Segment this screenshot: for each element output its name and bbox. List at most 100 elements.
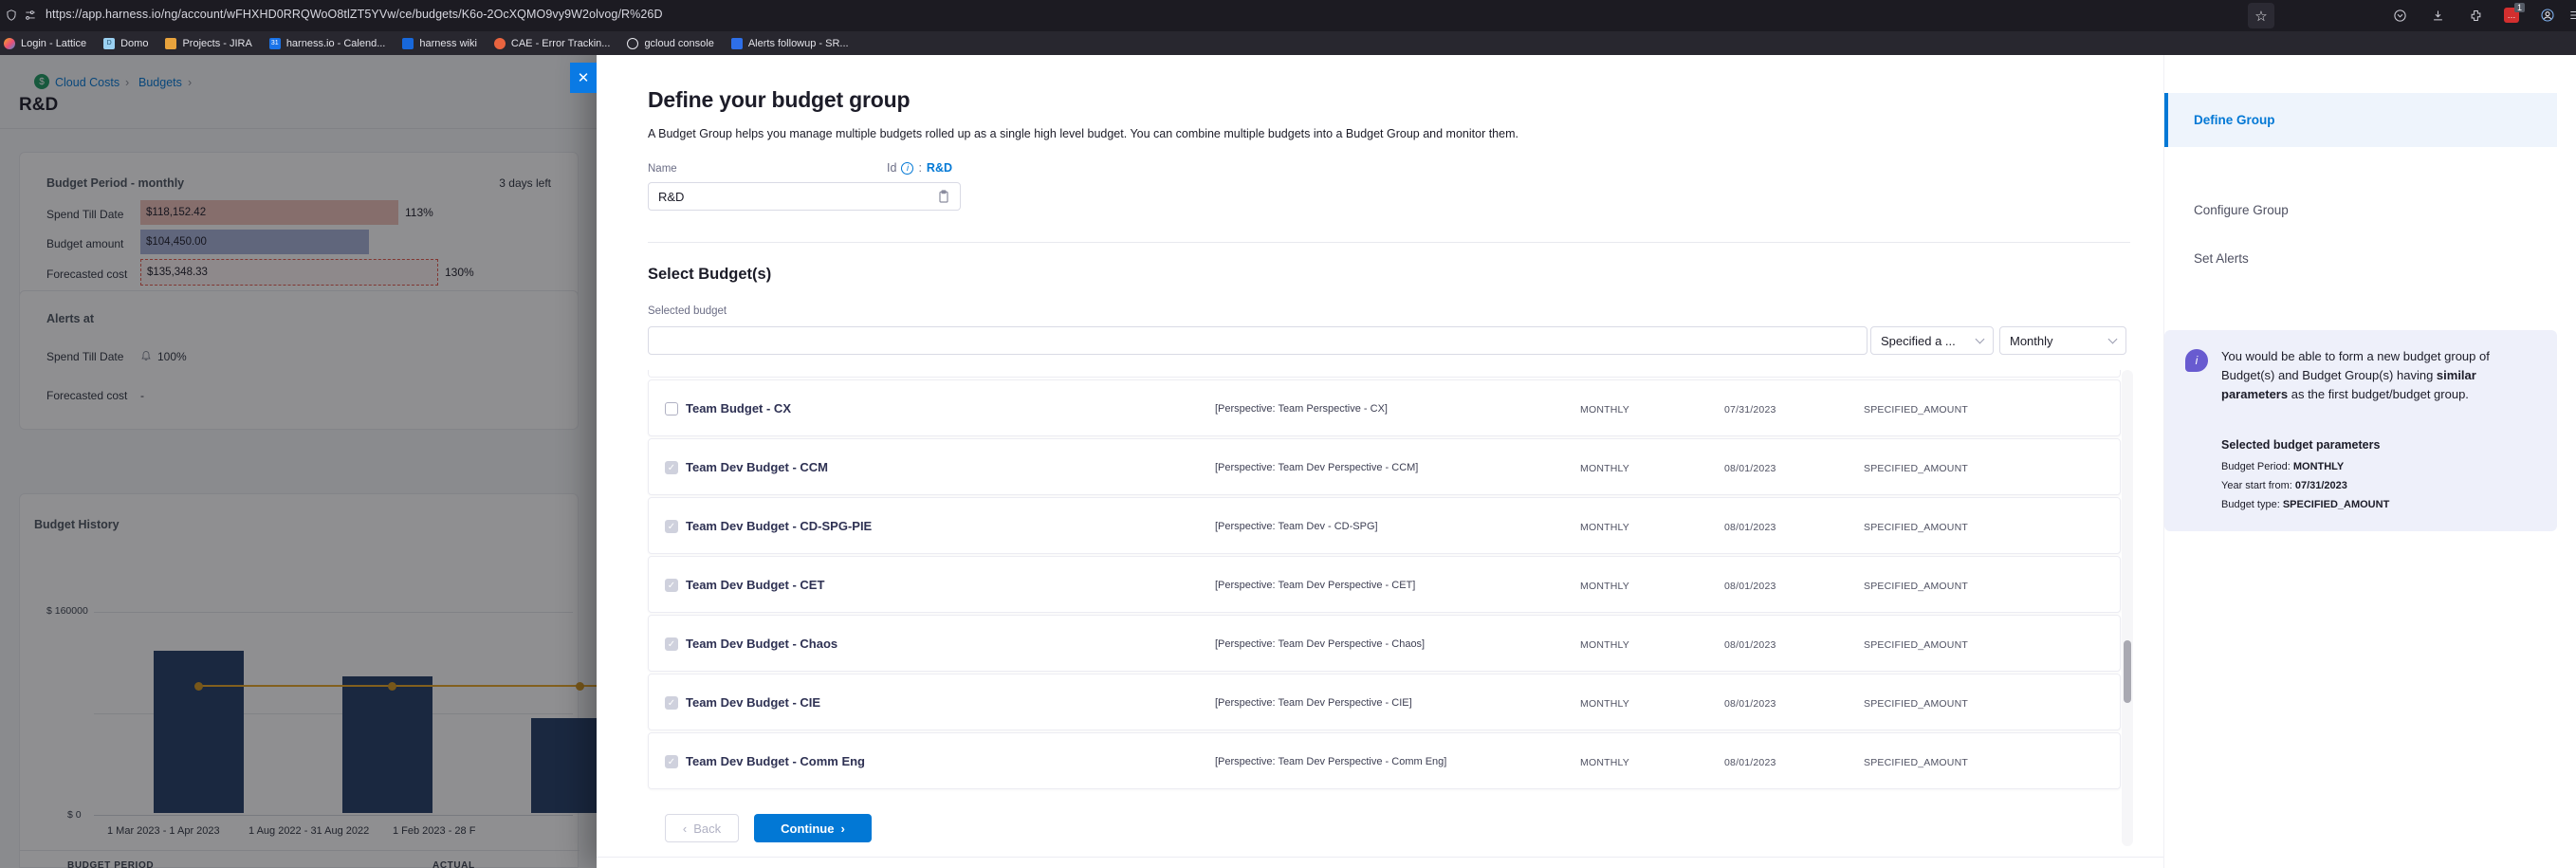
shield-icon[interactable] bbox=[2, 6, 21, 25]
budget-type: SPECIFIED_AMOUNT bbox=[1864, 522, 1968, 533]
budget-row[interactable]: ✓ Team Dev Budget - Chaos [Perspective: … bbox=[648, 615, 2121, 672]
bookmark-domo[interactable]: DDomo bbox=[103, 38, 148, 49]
step-set-alerts[interactable]: Set Alerts bbox=[2164, 244, 2557, 272]
modal-title: Define your budget group bbox=[648, 87, 910, 113]
wiki-favicon bbox=[402, 38, 414, 49]
row-checkbox: ✓ bbox=[665, 579, 678, 592]
budget-name: Team Budget - CX bbox=[686, 401, 791, 416]
budget-perspective: [Perspective: Team Dev - CD-SPG] bbox=[1215, 521, 1378, 532]
bookmark-harness-wiki[interactable]: harness wiki bbox=[402, 38, 477, 49]
budget-row[interactable]: ✓ Team Dev Budget - CIE [Perspective: Te… bbox=[648, 674, 2121, 730]
partial-row-above bbox=[648, 370, 2121, 378]
row-checkbox: ✓ bbox=[665, 637, 678, 651]
bookmark-harness-calendar[interactable]: 31harness.io - Calend... bbox=[269, 38, 386, 49]
row-checkbox: ✓ bbox=[665, 520, 678, 533]
back-button[interactable]: ‹ Back bbox=[665, 814, 739, 842]
browser-url-bar: https://app.harness.io/ng/account/wFHXHD… bbox=[0, 0, 2576, 31]
error-tracking-favicon bbox=[494, 38, 506, 49]
google-calendar-favicon: 31 bbox=[269, 38, 281, 49]
budget-start-date: 08/01/2023 bbox=[1724, 522, 1776, 533]
id-label: Id bbox=[887, 161, 896, 175]
selected-budget-label: Selected budget bbox=[648, 305, 727, 317]
bookmark-alerts-followup[interactable]: Alerts followup - SR... bbox=[731, 38, 849, 49]
alerts-favicon bbox=[731, 38, 743, 49]
bookmark-login-lattice[interactable]: Login - Lattice bbox=[4, 38, 86, 49]
budget-row[interactable]: ✓ Team Dev Budget - CET [Perspective: Te… bbox=[648, 556, 2121, 613]
bookmarks-bar: Login - Lattice DDomo Projects - JIRA 31… bbox=[0, 31, 2576, 55]
budget-period: MONTHLY bbox=[1580, 698, 1629, 710]
clipboard-icon[interactable] bbox=[936, 189, 951, 204]
id-colon: : bbox=[918, 161, 921, 175]
domo-favicon: D bbox=[103, 38, 115, 49]
extension-badge: 1 bbox=[2514, 3, 2525, 12]
wizard-steps-panel: Define Group Configure Group Set Alerts … bbox=[2163, 55, 2576, 868]
close-icon[interactable]: ✕ bbox=[570, 63, 597, 93]
row-checkbox[interactable]: ✓ bbox=[665, 402, 678, 416]
budget-group-modal: Define your budget group A Budget Group … bbox=[597, 55, 2576, 868]
budget-perspective: [Perspective: Team Dev Perspective - Com… bbox=[1215, 756, 1446, 767]
id-value[interactable]: R&D bbox=[927, 161, 952, 175]
step-define-group[interactable]: Define Group bbox=[2164, 93, 2557, 147]
param-budget-type: Budget type: SPECIFIED_AMOUNT bbox=[2221, 499, 2389, 510]
budget-period: MONTHLY bbox=[1580, 522, 1629, 533]
profile-avatar-icon[interactable] bbox=[2538, 6, 2557, 25]
downloads-icon[interactable] bbox=[2428, 6, 2447, 25]
param-year-start: Year start from: 07/31/2023 bbox=[2221, 480, 2347, 491]
budget-name: Team Dev Budget - Comm Eng bbox=[686, 754, 865, 768]
extensions-puzzle-icon[interactable] bbox=[2466, 6, 2485, 25]
budget-start-date: 08/01/2023 bbox=[1724, 581, 1776, 592]
budget-period: MONTHLY bbox=[1580, 757, 1629, 768]
chevron-left-icon: ‹ bbox=[683, 822, 687, 836]
budget-period: MONTHLY bbox=[1580, 404, 1629, 416]
period-dropdown-value: Monthly bbox=[2010, 334, 2053, 348]
list-scrollbar-track[interactable] bbox=[2122, 370, 2133, 846]
bookmark-star-icon[interactable]: ☆ bbox=[2248, 3, 2274, 28]
password-manager-icon[interactable]: …1 bbox=[2502, 6, 2521, 25]
jira-favicon bbox=[165, 38, 176, 49]
param-budget-period: Budget Period: MONTHLY bbox=[2221, 461, 2344, 472]
pocket-icon[interactable] bbox=[2390, 6, 2409, 25]
budget-name: Team Dev Budget - CCM bbox=[686, 460, 828, 474]
bookmark-cae-error-tracking[interactable]: CAE - Error Trackin... bbox=[494, 38, 611, 49]
chevron-down-icon bbox=[2108, 335, 2118, 344]
budget-period: MONTHLY bbox=[1580, 463, 1629, 474]
budget-row[interactable]: ✓ Team Budget - CX [Perspective: Team Pe… bbox=[648, 379, 2121, 436]
step-configure-group[interactable]: Configure Group bbox=[2164, 195, 2557, 224]
budget-perspective: [Perspective: Team Perspective - CX] bbox=[1215, 403, 1388, 415]
selected-budget-parameters-heading: Selected budget parameters bbox=[2221, 438, 2380, 452]
chevron-down-icon bbox=[1976, 335, 1985, 344]
budget-start-date: 08/01/2023 bbox=[1724, 757, 1776, 768]
budget-type: SPECIFIED_AMOUNT bbox=[1864, 698, 1968, 710]
continue-button[interactable]: Continue › bbox=[754, 814, 872, 842]
bookmark-gcloud-console[interactable]: gcloud console bbox=[627, 38, 713, 49]
modal-description: A Budget Group helps you manage multiple… bbox=[648, 127, 1518, 140]
budget-type: SPECIFIED_AMOUNT bbox=[1864, 463, 1968, 474]
select-budgets-title: Select Budget(s) bbox=[648, 266, 771, 284]
menu-hamburger-icon[interactable] bbox=[2566, 6, 2576, 25]
list-scrollbar-thumb[interactable] bbox=[2124, 640, 2131, 703]
budget-period: MONTHLY bbox=[1580, 639, 1629, 651]
budget-row[interactable]: ✓ Team Dev Budget - Comm Eng [Perspectiv… bbox=[648, 732, 2121, 789]
budget-type: SPECIFIED_AMOUNT bbox=[1864, 404, 1968, 416]
budget-type-dropdown[interactable]: Specified a ... bbox=[1870, 326, 1994, 355]
budget-start-date: 08/01/2023 bbox=[1724, 698, 1776, 710]
name-input[interactable] bbox=[648, 182, 961, 211]
url-text[interactable]: https://app.harness.io/ng/account/wFHXHD… bbox=[46, 8, 663, 21]
permissions-sliders-icon[interactable] bbox=[21, 6, 40, 25]
budget-name: Team Dev Budget - CET bbox=[686, 578, 824, 592]
budget-row[interactable]: ✓ Team Dev Budget - CCM [Perspective: Te… bbox=[648, 438, 2121, 495]
budget-type: SPECIFIED_AMOUNT bbox=[1864, 581, 1968, 592]
selected-budget-input[interactable] bbox=[648, 326, 1868, 355]
info-panel: i You would be able to form a new budget… bbox=[2164, 330, 2557, 531]
row-checkbox: ✓ bbox=[665, 696, 678, 710]
budget-row[interactable]: ✓ Team Dev Budget - CD-SPG-PIE [Perspect… bbox=[648, 497, 2121, 554]
section-divider bbox=[648, 242, 2130, 243]
bookmark-projects-jira[interactable]: Projects - JIRA bbox=[165, 38, 251, 49]
budget-perspective: [Perspective: Team Dev Perspective - Cha… bbox=[1215, 638, 1425, 650]
budget-type: SPECIFIED_AMOUNT bbox=[1864, 757, 1968, 768]
id-line: Id i : R&D bbox=[887, 161, 952, 175]
chevron-right-icon: › bbox=[840, 822, 844, 836]
period-dropdown[interactable]: Monthly bbox=[1999, 326, 2126, 355]
budget-type: SPECIFIED_AMOUNT bbox=[1864, 639, 1968, 651]
info-icon[interactable]: i bbox=[901, 162, 913, 175]
